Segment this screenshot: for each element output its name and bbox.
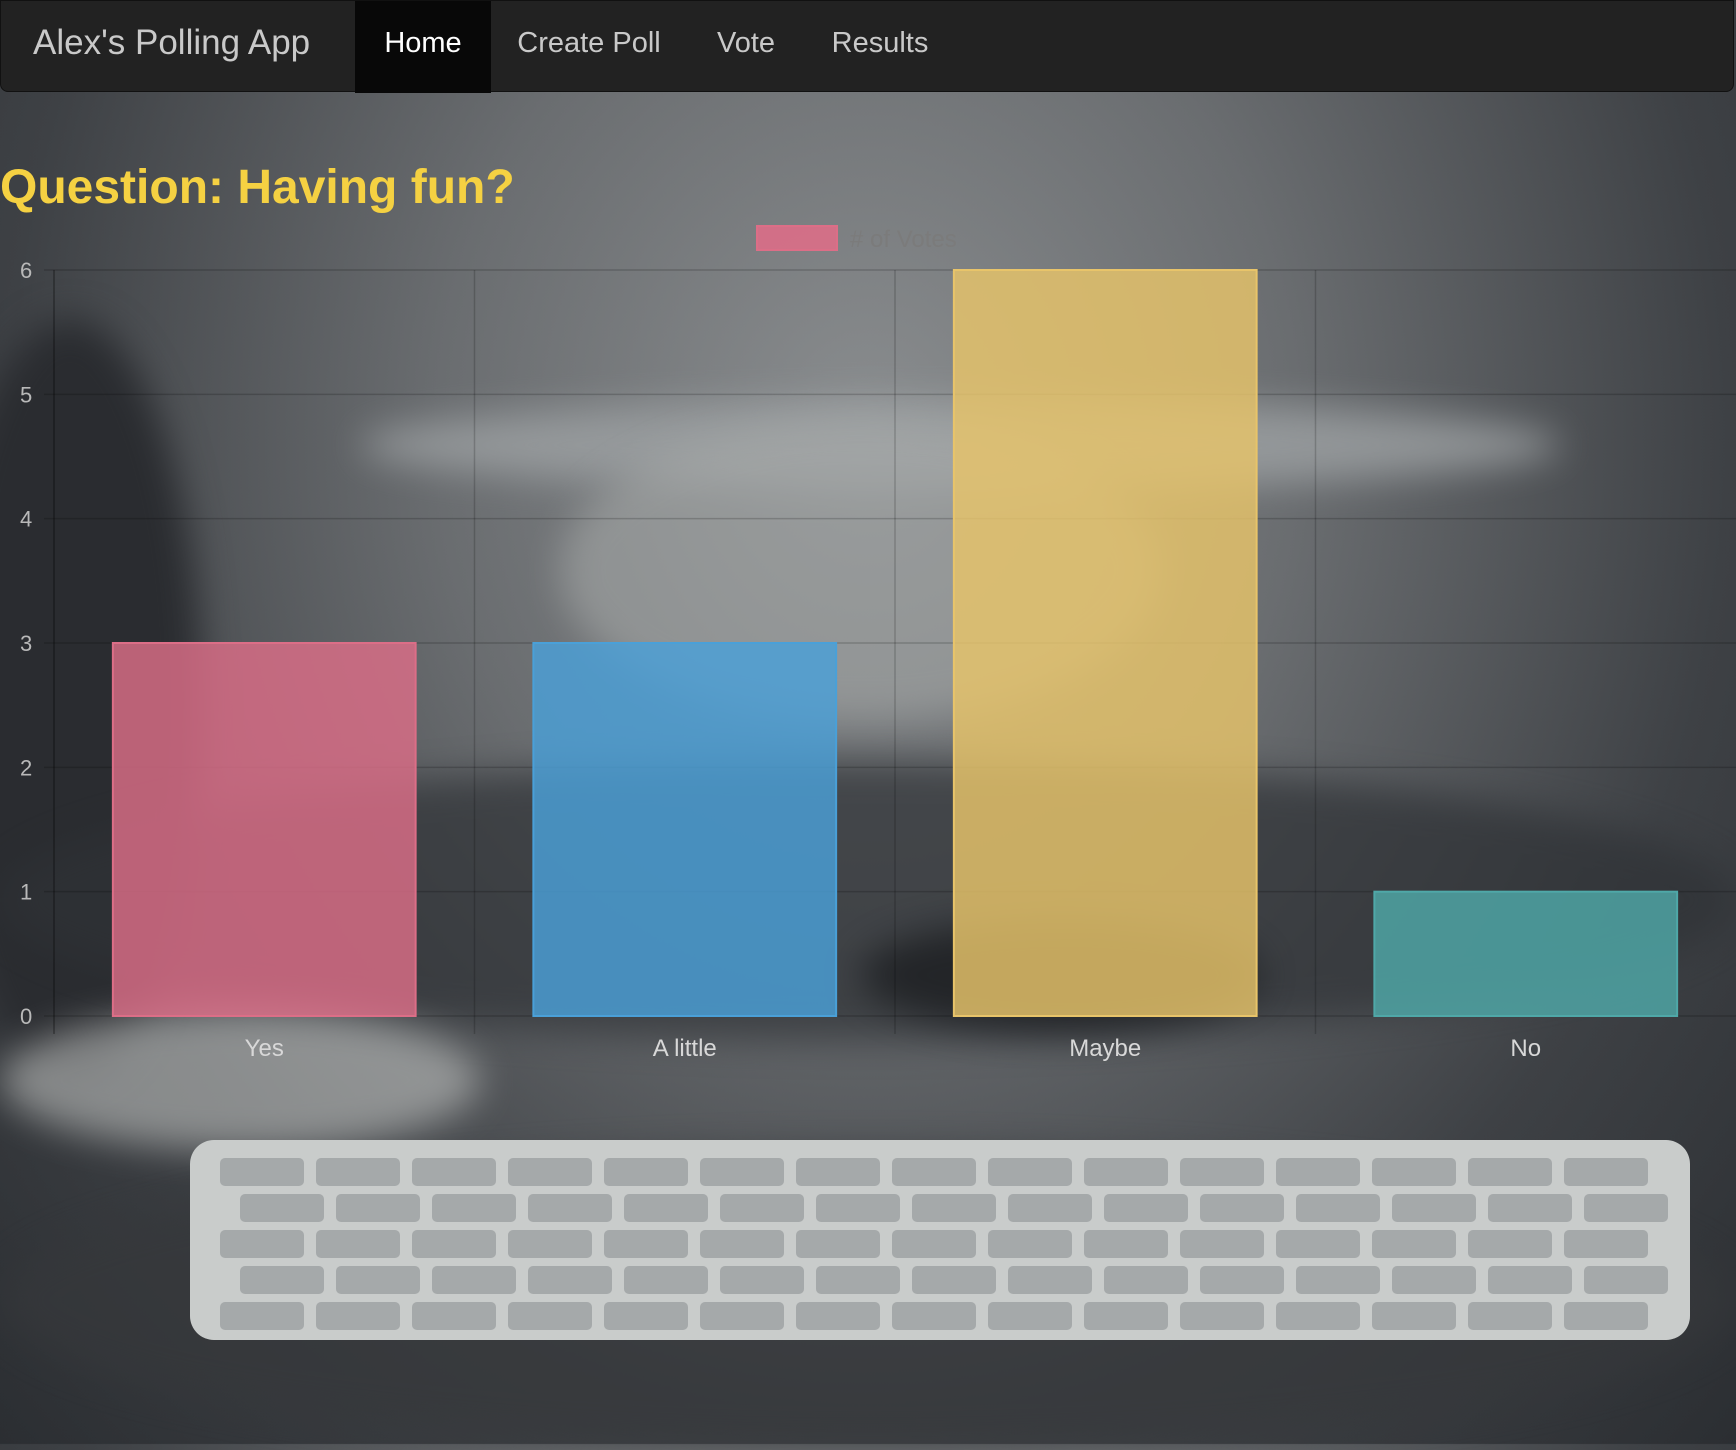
y-tick-label: 5 <box>20 382 32 407</box>
legend-label: # of Votes <box>850 226 957 253</box>
navbar: Alex's Polling App Home Create Poll Vote… <box>0 0 1734 93</box>
x-tick-label: No <box>1510 1035 1541 1062</box>
x-tick-label: A little <box>653 1035 717 1062</box>
y-tick-label: 4 <box>20 507 32 532</box>
x-tick-label: Maybe <box>1069 1035 1141 1062</box>
nav-results[interactable]: Results <box>805 1 955 93</box>
bar-a-little <box>532 642 838 1017</box>
x-tick-label: Yes <box>245 1035 284 1062</box>
keyboard-image <box>190 1140 1690 1340</box>
y-tick-label: 2 <box>20 755 32 780</box>
y-tick-label: 0 <box>20 1004 32 1029</box>
brand-logo[interactable]: Alex's Polling App <box>33 1 310 93</box>
y-tick-label: 3 <box>20 631 32 656</box>
legend-swatch <box>756 225 838 251</box>
bar-no <box>1373 890 1679 1018</box>
nav-create-poll[interactable]: Create Poll <box>491 1 687 93</box>
nav-home[interactable]: Home <box>355 1 491 93</box>
bar-maybe <box>952 269 1258 1017</box>
bar-yes <box>111 642 417 1017</box>
y-tick-label: 6 <box>20 258 32 283</box>
nav-vote[interactable]: Vote <box>687 1 805 93</box>
votes-bar-chart: 0 1 2 3 4 5 6 Yes A little Maybe No # of Votes <box>20 225 1736 1062</box>
y-tick-label: 1 <box>20 880 32 905</box>
